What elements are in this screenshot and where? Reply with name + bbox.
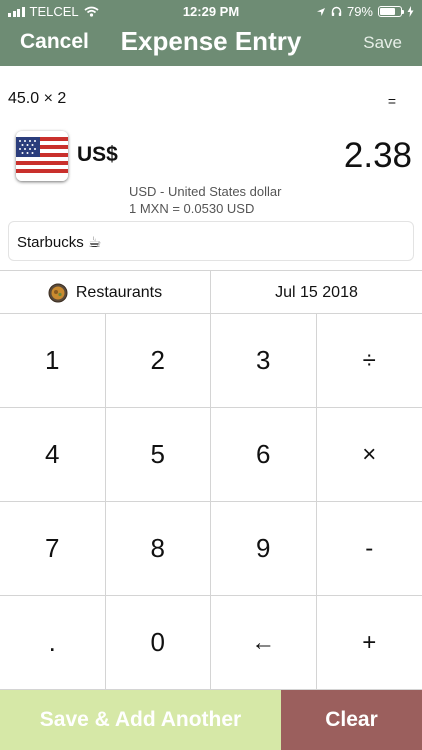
key-plus[interactable]: + — [316, 596, 422, 690]
key-divide[interactable]: ÷ — [316, 314, 422, 408]
currency-code[interactable]: US$ — [77, 143, 118, 167]
status-right: 79% — [316, 4, 414, 19]
key-minus[interactable]: - — [316, 502, 422, 596]
date-selector[interactable]: Jul 15 2018 — [211, 271, 422, 314]
exchange-rate: 1 MXN = 0.0530 USD — [129, 201, 255, 216]
save-button[interactable]: Save — [363, 33, 402, 53]
clear-button[interactable]: Clear — [281, 690, 422, 750]
us-flag-icon[interactable] — [16, 131, 68, 181]
key-2[interactable]: 2 — [105, 314, 211, 408]
category-label: Restaurants — [75, 283, 163, 301]
category-selector[interactable]: Restaurants — [0, 271, 211, 314]
currency-name: USD - United States dollar — [129, 184, 282, 199]
key-1[interactable]: 1 — [0, 314, 106, 408]
key-0[interactable]: 0 — [105, 596, 211, 690]
key-3[interactable]: 3 — [211, 314, 317, 408]
equals-button[interactable]: = — [388, 93, 396, 109]
category-date-row: Restaurants Jul 15 2018 — [0, 270, 422, 314]
battery-icon — [378, 6, 404, 17]
header: TELCEL 12:29 PM 79% Cancel Expense Entry… — [0, 0, 422, 66]
expression-display: 45.0 × 2 — [8, 90, 67, 107]
amount-display: 2.38 — [343, 136, 412, 175]
nav-bar: Cancel Expense Entry Save — [0, 22, 422, 66]
key-backspace[interactable]: ← — [211, 596, 317, 690]
key-6[interactable]: 6 — [211, 408, 317, 502]
key-9[interactable]: 9 — [211, 502, 317, 596]
plate-icon — [48, 283, 68, 302]
key-multiply[interactable]: × — [316, 408, 422, 502]
key-decimal[interactable]: . — [0, 596, 106, 690]
charging-bolt-icon — [407, 6, 414, 17]
key-5[interactable]: 5 — [105, 408, 211, 502]
status-bar: TELCEL 12:29 PM 79% — [0, 0, 422, 22]
key-8[interactable]: 8 — [105, 502, 211, 596]
headphones-icon — [331, 6, 342, 16]
save-add-another-button[interactable]: Save & Add Another — [0, 690, 281, 750]
key-7[interactable]: 7 — [0, 502, 106, 596]
us-flag-graphic — [16, 131, 68, 181]
keypad: 1 2 3 ÷ 4 5 6 × 7 8 9 - . 0 ← + — [0, 314, 422, 690]
note-input[interactable]: Starbucks ☕ — [8, 221, 414, 261]
battery-percent: 79% — [346, 4, 373, 19]
cancel-button[interactable]: Cancel — [20, 30, 89, 54]
key-4[interactable]: 4 — [0, 408, 106, 502]
location-arrow-icon — [316, 7, 325, 16]
